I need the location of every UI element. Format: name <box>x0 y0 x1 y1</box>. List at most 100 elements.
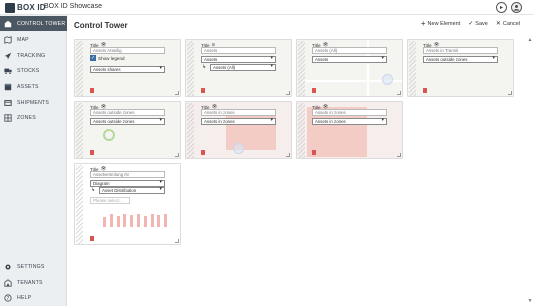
chart-preview-bar <box>109 214 113 227</box>
chart-preview-bar <box>157 215 161 227</box>
widget-title-input[interactable]: Assets outside zones <box>90 109 165 116</box>
widget-subtype-select[interactable]: Asset Distribution <box>99 187 165 194</box>
close-icon: ✕ <box>495 21 501 27</box>
trash-icon[interactable] <box>90 150 94 155</box>
drag-handle[interactable] <box>187 41 194 96</box>
drag-handle[interactable] <box>409 41 416 96</box>
resize-handle[interactable] <box>175 153 179 157</box>
scroll-down-icon[interactable]: ▼ <box>527 298 533 304</box>
resize-handle[interactable] <box>508 91 512 95</box>
chart-preview-bar <box>164 214 168 227</box>
trash-icon[interactable] <box>90 236 94 241</box>
sidebar-item-tenants[interactable]: TENANTS <box>0 275 67 290</box>
resize-handle[interactable] <box>286 153 290 157</box>
trash-icon[interactable] <box>312 88 316 93</box>
sidebar-item-zones[interactable]: ZONES <box>0 110 67 125</box>
sidebar-item-label: CONTROL TOWER <box>17 20 66 27</box>
svg-text:?: ? <box>7 295 10 301</box>
drag-handle[interactable] <box>76 165 83 244</box>
box-icon <box>4 83 12 91</box>
resize-handle[interactable] <box>175 91 179 95</box>
new-element-button[interactable]: + New Element <box>420 19 460 28</box>
widget-type-select[interactable]: Assets in zones <box>312 118 387 125</box>
trash-icon[interactable] <box>201 88 205 93</box>
scroll-up-icon[interactable]: ▲ <box>527 37 533 43</box>
sidebar: CONTROL TOWER MAP TRACKING STOCKS ASSETS… <box>0 15 67 306</box>
sidebar-item-control-tower[interactable]: CONTROL TOWER <box>0 16 67 31</box>
chart-preview-bar <box>123 213 127 227</box>
drag-handle[interactable] <box>76 103 83 158</box>
checkbox-checked-icon: ✓ <box>90 55 96 61</box>
widget-type-select[interactable]: Assets in zones <box>201 118 276 125</box>
sidebar-item-label: HELP <box>17 294 32 301</box>
widget-type-select[interactable]: Assets outside zones <box>90 118 165 125</box>
dashboard-widget[interactable]: Title 👁 Assets in zones Assets in zones <box>296 101 403 159</box>
scrollbar[interactable]: ▲ ▼ <box>527 37 533 304</box>
widget-type-select[interactable]: Assets <box>312 56 387 63</box>
sidebar-item-stocks[interactable]: STOCKS <box>0 63 67 78</box>
drag-handle[interactable] <box>187 103 194 158</box>
widget-title-input[interactable]: Assetverteilung IN <box>90 171 165 178</box>
widget-title-input[interactable]: Assets in Transit <box>423 47 498 54</box>
widget-subtype-select[interactable]: Assets (All) <box>210 64 276 71</box>
trash-icon[interactable] <box>90 88 94 93</box>
sidebar-item-assets[interactable]: ASSETS <box>0 79 67 94</box>
widget-title-input[interactable]: Assets Anteilig <box>90 47 165 54</box>
map-marker-icon <box>382 74 393 85</box>
dashboard-widget[interactable]: Title 👁 Assetverteilung IN Diagram ↳ Ass… <box>74 163 181 245</box>
widget-type-select[interactable]: Assets outside zones <box>423 56 498 63</box>
trash-icon[interactable] <box>201 150 205 155</box>
drag-handle[interactable] <box>298 103 305 158</box>
widget-title-input[interactable]: Assets <box>201 47 276 54</box>
resize-handle[interactable] <box>397 153 401 157</box>
trash-icon[interactable] <box>423 88 427 93</box>
widget-title-input[interactable]: Assets (All) <box>312 47 387 54</box>
widget-title-input[interactable]: Assets in zones <box>312 109 387 116</box>
chart-preview-bar <box>143 216 147 227</box>
chart-preview-bar <box>116 216 120 227</box>
widget-type-select[interactable]: Assets <box>201 56 276 63</box>
widget-type-select[interactable]: Assets shares <box>90 66 165 73</box>
forward-icon[interactable]: ▸ <box>496 2 507 13</box>
trash-icon[interactable] <box>312 150 316 155</box>
resize-handle[interactable] <box>397 91 401 95</box>
sub-arrow-icon: ↳ <box>202 64 207 70</box>
dashboard-widget[interactable]: Title 👁 Assets Anteilig ✓ Show legend As… <box>74 39 181 97</box>
dashboard-widget[interactable]: Title 👁 Assets in zones Assets in zones <box>185 101 292 159</box>
dashboard-widget[interactable]: Title 👁 Assets (All) Assets <box>296 39 403 97</box>
filter-select[interactable]: Please select... <box>90 197 130 204</box>
chart-preview-bar <box>130 215 134 227</box>
sidebar-item-settings[interactable]: SETTINGS <box>0 259 67 274</box>
checkmark-icon: ✓ <box>468 21 474 27</box>
navigation-icon <box>4 52 12 60</box>
dashboard-widget[interactable]: Title 👁 Assets in Transit Assets outside… <box>407 39 514 97</box>
show-legend-checkbox[interactable]: ✓ Show legend <box>90 55 125 61</box>
sidebar-item-map[interactable]: MAP <box>0 32 67 47</box>
logo[interactable]: BOX ID <box>5 2 46 13</box>
top-bar: BOX ID BOX ID Showcase ▸ <box>0 0 534 15</box>
sidebar-item-label: TRACKING <box>17 52 46 59</box>
sidebar-item-tracking[interactable]: TRACKING <box>0 48 67 63</box>
dashboard-widget[interactable]: Title ⊘ Assets Assets ↳ Assets (All) <box>185 39 292 97</box>
cancel-button[interactable]: ✕ Cancel <box>496 21 520 27</box>
sidebar-item-label: ASSETS <box>17 83 39 90</box>
widget-title-input[interactable]: Assets in zones <box>201 109 276 116</box>
sidebar-item-shipments[interactable]: SHIPMENTS <box>0 95 67 110</box>
widget-type-select[interactable]: Diagram <box>90 180 165 187</box>
gear-icon <box>4 263 12 271</box>
resize-handle[interactable] <box>175 239 179 243</box>
chart-preview <box>102 209 170 227</box>
user-avatar-icon[interactable] <box>511 2 522 13</box>
sidebar-item-label: TENANTS <box>17 279 43 286</box>
sidebar-item-help[interactable]: ? HELP <box>0 290 67 305</box>
zone-marker-icon <box>103 129 115 141</box>
show-legend-label: Show legend <box>98 55 125 61</box>
shipment-icon <box>4 99 12 107</box>
drag-handle[interactable] <box>298 41 305 96</box>
drag-handle[interactable] <box>76 41 83 96</box>
save-button[interactable]: ✓ Save <box>468 21 488 27</box>
dashboard-widget[interactable]: Title 👁 Assets outside zones Assets outs… <box>74 101 181 159</box>
plus-icon: + <box>420 19 426 28</box>
resize-handle[interactable] <box>286 91 290 95</box>
app-title: BOX ID Showcase <box>44 3 102 10</box>
